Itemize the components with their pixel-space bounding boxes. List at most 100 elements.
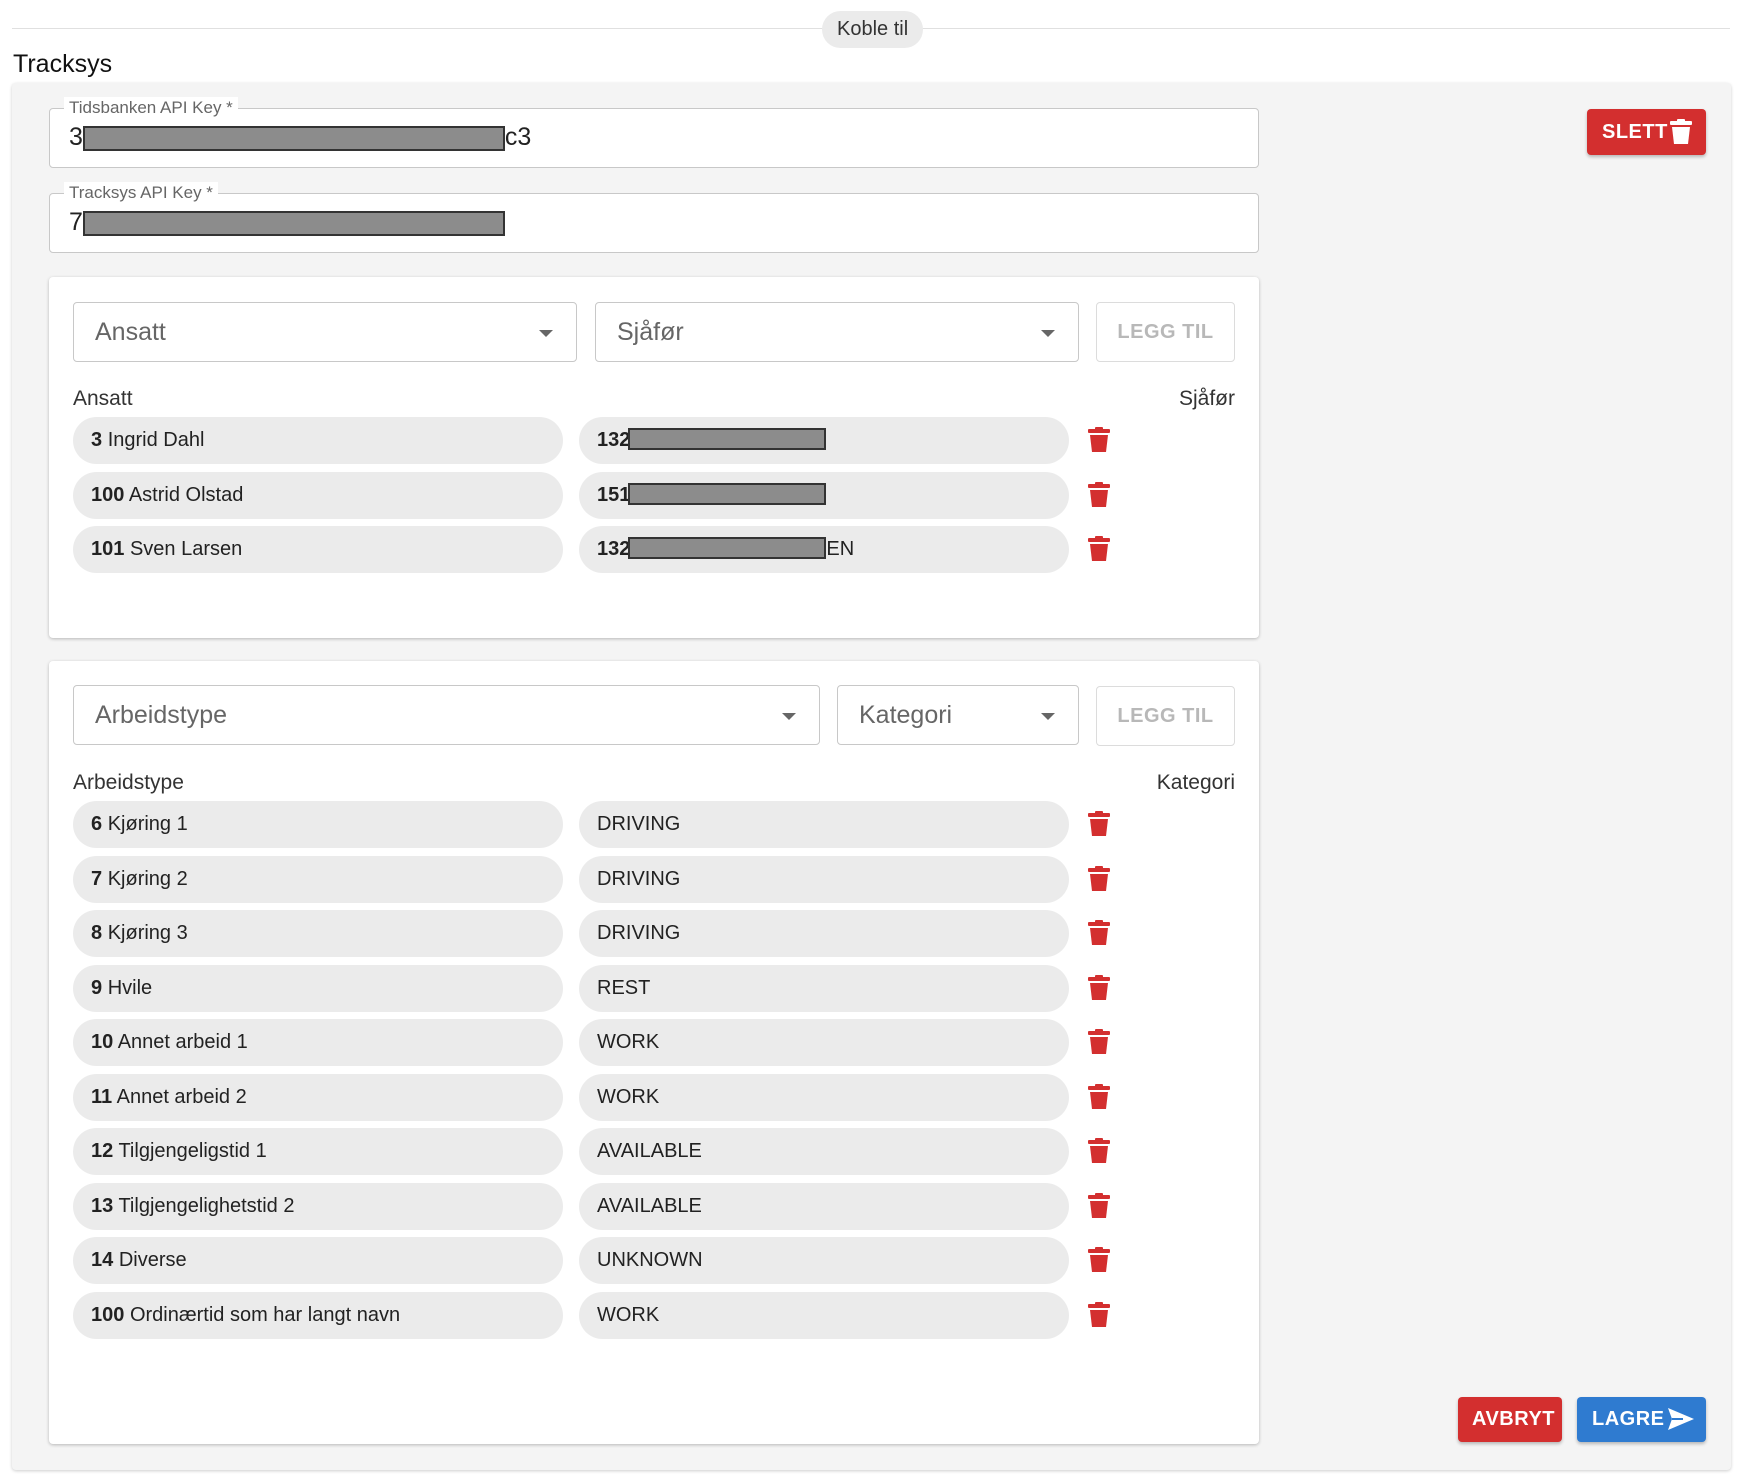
trash-icon[interactable] [1087, 811, 1117, 843]
connect-chip[interactable]: Koble til [822, 11, 924, 48]
employee-id: 101 [91, 538, 125, 560]
employee-mapping-card: Ansatt Sjåfør LEGG TIL Ansatt Sjåfør 3 I… [49, 277, 1259, 638]
worktype-name-pill: 7 Kjøring 2 [73, 855, 563, 903]
add-employee-button[interactable]: LEGG TIL [1096, 302, 1235, 362]
trash-icon[interactable] [1087, 1029, 1117, 1061]
cancel-button[interactable]: AVBRYT [1458, 1397, 1562, 1442]
worktype-name: Annet arbeid 2 [116, 1085, 247, 1108]
employee-id: 100 [91, 483, 125, 506]
worktype-id: 8 [91, 922, 103, 944]
category-value: WORK [597, 1085, 660, 1108]
worktype-name-pill: 10 Annet arbeid 1 [73, 1019, 563, 1066]
redacted-block [628, 428, 827, 451]
worktype-value-pill: AVAILABLE [579, 1128, 1069, 1175]
worktype-name: Hvile [107, 976, 153, 999]
tracksys-key-start: 7 [69, 208, 83, 236]
worktype-name-pill: 6 Kjøring 1 [73, 801, 563, 848]
worktype-id: 13 [91, 1194, 114, 1217]
worktype-mapping-card: Arbeidstype Kategori LEGG TIL Arbeidstyp… [49, 661, 1259, 1444]
category-column-header: Kategori [1156, 771, 1235, 794]
delete-button[interactable]: SLETT [1587, 109, 1706, 155]
worktype-name: Diverse [118, 1249, 187, 1271]
worktype-id: 14 [91, 1249, 114, 1271]
employee-select[interactable]: Ansatt [73, 302, 577, 362]
tidsbanken-api-key-field[interactable]: Tidsbanken API Key * 3 c3 [49, 97, 1259, 168]
employee-name: Ingrid Dahl [107, 429, 205, 451]
trash-icon[interactable] [1087, 1192, 1117, 1225]
worktype-value-pill: UNKNOWN [579, 1237, 1069, 1284]
worktype-value-pill: DRIVING [579, 910, 1069, 957]
tracksys-api-key-label: Tracksys API Key * [64, 182, 218, 204]
worktype-name-pill: 100 Ordinærtid som har langt navn [73, 1291, 563, 1339]
chevron-down-icon [539, 330, 553, 337]
driver-id-start: 151 [597, 483, 631, 506]
redacted-block [628, 537, 827, 560]
worktype-column-header: Arbeidstype [73, 771, 184, 794]
worktype-name: Kjøring 1 [107, 813, 188, 835]
trash-icon[interactable] [1087, 974, 1117, 1007]
chevron-down-icon [782, 713, 796, 720]
worktype-value-pill: DRIVING [579, 801, 1069, 848]
chevron-down-icon [1041, 330, 1055, 337]
worktype-value-pill: REST [579, 964, 1069, 1012]
employee-value-pill: 151 [579, 471, 1069, 519]
driver-select-value: Sjåfør [617, 318, 684, 346]
trash-icon[interactable] [1087, 1138, 1117, 1170]
worktype-id: 9 [91, 976, 103, 999]
category-value: UNKNOWN [597, 1249, 703, 1271]
employee-column-header: Ansatt [73, 387, 133, 410]
tracksys-api-key-value: 7 [69, 208, 505, 237]
category-select[interactable]: Kategori [837, 685, 1079, 745]
trash-icon[interactable] [1087, 481, 1117, 514]
worktype-name: Tilgjengelighetstid 2 [118, 1194, 295, 1217]
driver-select[interactable]: Sjåfør [595, 302, 1079, 362]
tidsbanken-key-end: c3 [504, 123, 532, 151]
employee-name-pill: 100 Astrid Olstad [73, 471, 563, 519]
tracksys-api-key-field[interactable]: Tracksys API Key * 7 [49, 182, 1259, 253]
category-value: REST [597, 976, 651, 999]
trash-icon[interactable] [1087, 427, 1117, 459]
worktype-name-pill: 13 Tilgjengelighetstid 2 [73, 1182, 563, 1230]
trash-icon[interactable] [1087, 920, 1117, 952]
page-title: Tracksys [13, 50, 113, 78]
trash-icon[interactable] [1087, 1301, 1117, 1334]
employee-value-pill: 132 EN [579, 526, 1069, 573]
worktype-select-value: Arbeidstype [95, 701, 228, 729]
worktype-id: 7 [91, 867, 103, 890]
redacted-block [82, 125, 505, 151]
worktype-id: 11 [91, 1085, 113, 1108]
tidsbanken-key-start: 3 [69, 123, 83, 151]
employee-name: Sven Larsen [129, 538, 243, 560]
tidsbanken-api-key-label: Tidsbanken API Key * [64, 97, 238, 119]
driver-id-start: 132 [597, 538, 631, 560]
trash-icon[interactable] [1087, 1247, 1117, 1279]
driver-id-start: 132 [597, 429, 631, 451]
worktype-value-pill: WORK [579, 1019, 1069, 1066]
worktype-id: 10 [91, 1031, 114, 1053]
redacted-block [628, 482, 827, 505]
trash-icon[interactable] [1087, 1083, 1117, 1116]
trash-icon [1670, 119, 1692, 144]
employee-select-value: Ansatt [95, 318, 166, 346]
worktype-name: Tilgjengeligstid 1 [118, 1140, 267, 1162]
worktype-name: Kjøring 3 [107, 922, 188, 944]
category-value: WORK [597, 1303, 660, 1326]
send-icon [1668, 1408, 1694, 1430]
employee-value-pill: 132 [579, 417, 1069, 464]
trash-icon[interactable] [1087, 536, 1117, 568]
save-button[interactable]: LAGRE [1577, 1397, 1706, 1442]
worktype-select[interactable]: Arbeidstype [73, 685, 820, 745]
worktype-id: 6 [91, 813, 103, 835]
chevron-down-icon [1041, 713, 1055, 720]
redacted-block [82, 210, 505, 236]
worktype-name-pill: 9 Hvile [73, 964, 563, 1012]
worktype-value-pill: WORK [579, 1291, 1069, 1339]
employee-name: Astrid Olstad [128, 483, 244, 506]
trash-icon[interactable] [1087, 865, 1117, 898]
integration-panel: Tidsbanken API Key * 3 c3 Tracksys API Ke… [12, 83, 1731, 1470]
employee-id: 3 [91, 429, 103, 451]
driver-id-end: EN [826, 538, 855, 560]
worktype-name: Ordinærtid som har langt navn [129, 1303, 401, 1326]
add-worktype-button[interactable]: LEGG TIL [1096, 686, 1235, 746]
employee-name-pill: 3 Ingrid Dahl [73, 417, 563, 464]
